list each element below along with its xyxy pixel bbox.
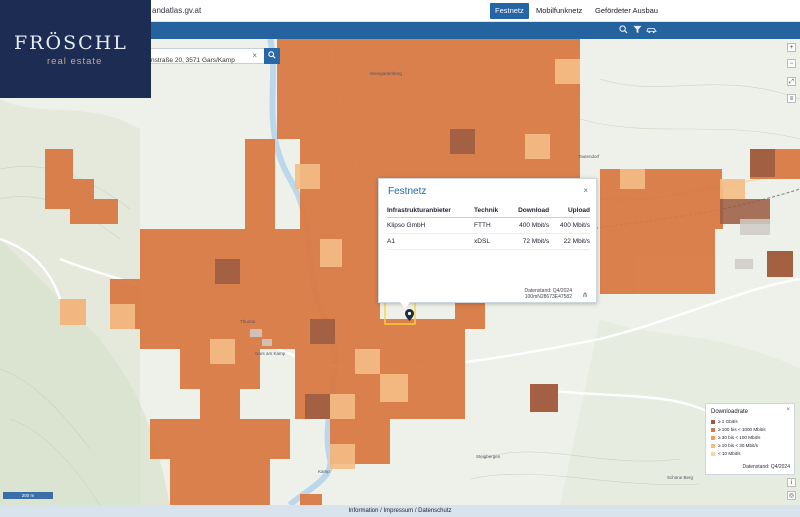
scale-bar: 200 m xyxy=(3,492,53,499)
info-popup: Festnetz × Infrastrukturanbieter Technik… xyxy=(378,178,597,309)
map-label: Schöne Berg xyxy=(667,475,694,480)
locate-icon[interactable]: ◎ xyxy=(787,491,796,500)
site-url[interactable]: andatlas.gv.at xyxy=(152,6,201,15)
legend-swatch xyxy=(711,435,715,440)
fullscreen-icon[interactable]: ⤢ xyxy=(787,77,796,86)
column-header: Download xyxy=(506,205,550,218)
legend-item: ≥ 30 bis < 100 Mbit/s xyxy=(711,434,760,441)
map-label: Gars am Kamp xyxy=(255,351,286,356)
upload-cell: 400 Mbit/s xyxy=(549,217,590,234)
search-icon xyxy=(268,51,276,59)
search-button[interactable] xyxy=(264,48,280,64)
logo: FRÖSCHL real estate xyxy=(0,0,151,98)
map-label: Kamp xyxy=(318,469,330,474)
search-input[interactable] xyxy=(149,53,259,68)
map-label: Tautendorf xyxy=(578,154,600,159)
cell-id: 100mN28673E47582 xyxy=(524,294,572,300)
table-row: Klipso GmbH FTTH 400 Mbit/s 400 Mbit/s xyxy=(387,217,590,234)
logo-name: FRÖSCHL xyxy=(14,32,128,54)
popup-pointer xyxy=(400,302,410,309)
legend-swatch xyxy=(711,443,715,448)
table-header: Infrastrukturanbieter Technik Download U… xyxy=(387,205,590,218)
column-header: Upload xyxy=(549,205,590,218)
legend-swatch xyxy=(711,419,715,424)
tech-cell: xDSL xyxy=(474,233,507,250)
car-icon[interactable] xyxy=(646,25,657,36)
info-icon[interactable]: i xyxy=(787,478,796,487)
map-label: Steigbergen xyxy=(476,454,501,459)
close-icon[interactable]: × xyxy=(786,407,790,413)
search-icon[interactable] xyxy=(618,25,629,36)
download-cell: 72 Mbit/s xyxy=(506,233,550,250)
logo-subtitle: real estate xyxy=(47,56,103,67)
popup-note: Datenstand: Q4/2024 100mN28673E47582 xyxy=(524,288,572,300)
provider-cell: Klipso GmbH xyxy=(387,217,475,234)
map-label: Thunau xyxy=(240,319,256,324)
footer-links[interactable]: Information / Impressum / Datenschutz xyxy=(0,505,800,517)
app: andatlas.gv.at Festnetz Mobilfunknetz Ge… xyxy=(0,0,800,517)
legend-item: < 10 Mbit/s xyxy=(711,450,741,457)
legend-item: ≥ 1 Gbit/s xyxy=(711,418,738,425)
legend-title: Downloadrate xyxy=(711,409,749,415)
column-header: Technik xyxy=(474,205,507,218)
upload-cell: 22 Mbit/s xyxy=(549,233,590,250)
legend-panel: Downloadrate × ≥ 1 Gbit/s ≥ 100 bis < 10… xyxy=(705,403,795,475)
tech-cell: FTTH xyxy=(474,217,507,234)
provider-table: Infrastrukturanbieter Technik Download U… xyxy=(387,205,590,250)
tab-mobilfunknetz[interactable]: Mobilfunknetz xyxy=(536,3,582,19)
address-search: × xyxy=(148,48,280,68)
map-label: Weingartenberg xyxy=(370,71,402,76)
share-icon[interactable]: ⋔ xyxy=(582,291,588,299)
provider-cell: A1 xyxy=(387,233,475,250)
zoom-out-button[interactable]: − xyxy=(787,59,796,68)
legend-swatch xyxy=(711,427,715,432)
layers-icon[interactable]: ≡ xyxy=(787,94,796,103)
zoom-in-button[interactable]: + xyxy=(787,43,796,52)
table-row: A1 xDSL 72 Mbit/s 22 Mbit/s xyxy=(387,233,590,250)
close-icon[interactable]: × xyxy=(583,186,588,195)
tab-festnetz[interactable]: Festnetz xyxy=(490,3,529,19)
popup-title: Festnetz xyxy=(388,186,427,197)
legend-item: ≥ 100 bis < 1000 Mbit/s xyxy=(711,426,766,433)
legend-date: Datenstand: Q4/2024 xyxy=(742,464,790,470)
column-header: Infrastrukturanbieter xyxy=(387,205,475,218)
legend-item: ≥ 10 bis < 30 Mbit/s xyxy=(711,442,758,449)
tab-gefoerderter-ausbau[interactable]: Gefördeter Ausbau xyxy=(595,3,658,19)
download-cell: 400 Mbit/s xyxy=(506,217,550,234)
clear-icon[interactable]: × xyxy=(252,51,257,60)
legend-swatch xyxy=(711,451,715,456)
location-pin-icon xyxy=(405,309,414,321)
filter-icon[interactable] xyxy=(632,25,643,36)
